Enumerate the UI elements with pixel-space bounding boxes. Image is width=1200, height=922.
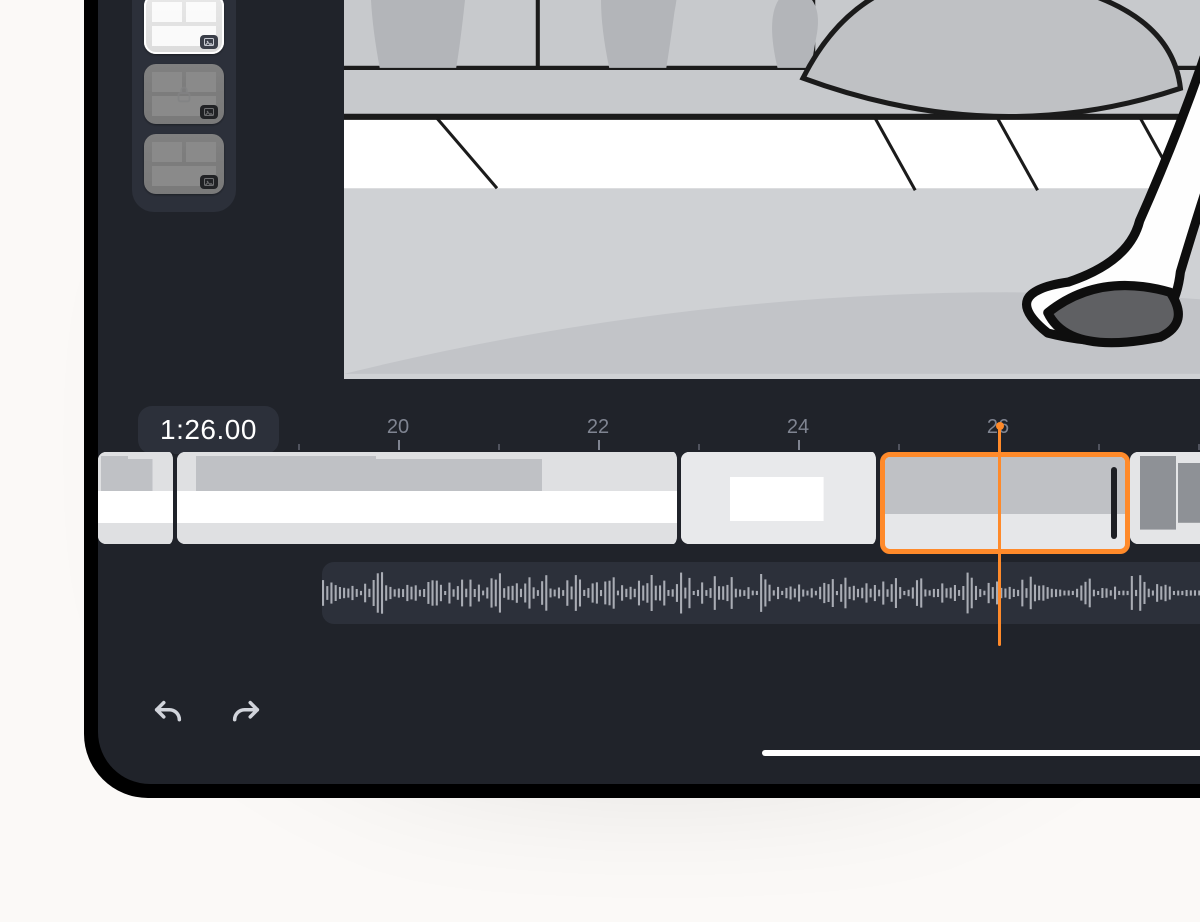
- ruler-tick: [398, 440, 400, 450]
- bottom-toolbar: [98, 684, 1200, 744]
- ruler-tick: [1098, 444, 1100, 450]
- timeline-frame[interactable]: [98, 452, 177, 544]
- frame-thumbnail: [885, 457, 1125, 549]
- image-icon: [200, 175, 218, 189]
- layer-thumb-3[interactable]: [144, 134, 224, 194]
- playhead[interactable]: [998, 424, 1001, 646]
- layer-thumb-1[interactable]: [144, 0, 224, 54]
- frame-thumbnail: [1130, 452, 1200, 544]
- timeline-frame[interactable]: [880, 452, 1130, 554]
- ruler-tick: [298, 444, 300, 450]
- ruler-label: 24: [787, 416, 809, 439]
- redo-button[interactable]: [220, 688, 272, 740]
- audio-track[interactable]: [322, 562, 1200, 624]
- frame-thumbnail: [681, 452, 876, 544]
- frame-thumbnail: [98, 452, 173, 544]
- play-progress-bar: [762, 750, 1200, 756]
- layers-panel: [132, 0, 236, 212]
- ruler-tick: [698, 444, 700, 450]
- ruler[interactable]: 20222426: [98, 416, 1200, 450]
- app-screen: 1:26.00 20222426: [98, 0, 1200, 784]
- ruler-tick: [598, 440, 600, 450]
- device-bezel: 1:26.00 20222426: [84, 0, 1200, 798]
- undo-button[interactable]: [142, 688, 194, 740]
- timeline-frame[interactable]: [1130, 452, 1200, 544]
- image-icon: [200, 105, 218, 119]
- layer-thumb-2[interactable]: [144, 64, 224, 124]
- canvas-preview[interactable]: [344, 0, 1200, 379]
- frame-strip[interactable]: [98, 452, 1200, 544]
- image-icon: [200, 35, 218, 49]
- ruler-tick: [498, 444, 500, 450]
- ruler-tick: [798, 440, 800, 450]
- timeline-frame[interactable]: [177, 452, 681, 544]
- timeline-frame[interactable]: [681, 452, 880, 544]
- timeline: 1:26.00 20222426: [98, 394, 1200, 784]
- ruler-tick: [898, 444, 900, 450]
- frame-thumbnail: [177, 452, 677, 544]
- ruler-label: 22: [587, 416, 609, 439]
- ruler-label: 20: [387, 416, 409, 439]
